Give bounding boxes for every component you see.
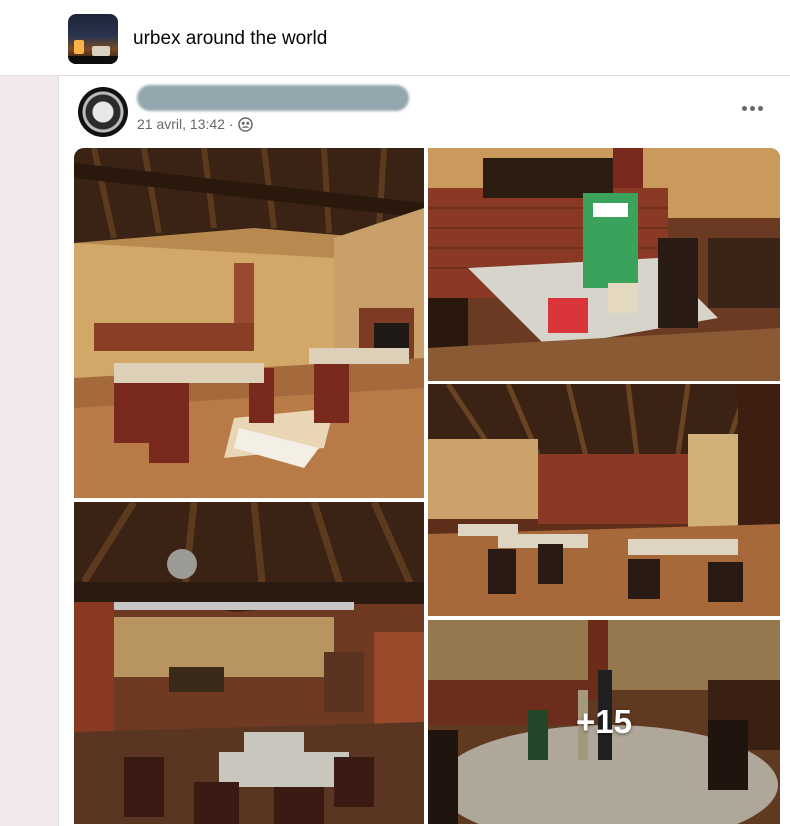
group-members-icon[interactable] [237, 116, 253, 132]
more-photos-count: +15 [428, 620, 780, 824]
author-name-redacted [137, 85, 409, 111]
author-avatar[interactable] [78, 87, 128, 137]
group-avatar[interactable] [68, 14, 118, 64]
meta-separator: · [228, 116, 234, 132]
photo-wide-dining-hall[interactable] [428, 384, 780, 616]
photo-stage-area[interactable] [74, 502, 424, 824]
photo-table-closeup[interactable] [428, 148, 780, 381]
photo-dining-room-overview[interactable] [74, 148, 424, 498]
group-name[interactable]: urbex around the world [133, 28, 327, 50]
post-timestamp[interactable]: 21 avril, 13:42 [137, 116, 225, 132]
post-meta: 21 avril, 13:42 · [137, 116, 253, 132]
photo-grid: +15 [74, 148, 780, 824]
left-sidebar-strip [0, 76, 58, 826]
group-header: urbex around the world [0, 0, 790, 76]
photo-more[interactable]: +15 [428, 620, 780, 824]
more-options-icon[interactable] [736, 96, 768, 120]
